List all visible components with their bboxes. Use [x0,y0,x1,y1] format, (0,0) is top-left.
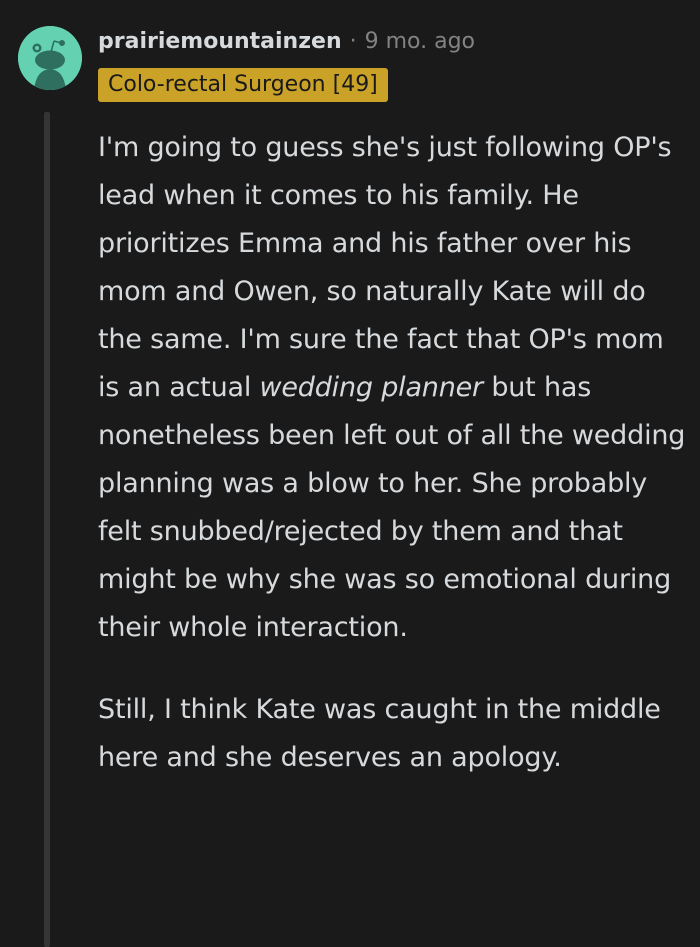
user-avatar[interactable] [18,26,82,90]
comment-body: I'm going to guess she's just following … [98,124,688,782]
user-flair: Colo-rectal Surgeon [49] [98,68,388,102]
comment: prairiemountainzen · 9 mo. ago Colo-rect… [0,0,700,947]
paragraph1-emphasis: wedding planner [259,372,484,403]
comment-timestamp[interactable]: 9 mo. ago [365,29,475,54]
username-link[interactable]: prairiemountainzen [98,29,342,54]
comment-meta: prairiemountainzen · 9 mo. ago [98,24,475,58]
comment-paragraph: I'm going to guess she's just following … [98,124,688,652]
paragraph1-text-before: I'm going to guess she's just following … [98,132,672,403]
comment-paragraph-2: Still, I think Kate was caught in the mi… [98,694,661,773]
meta-separator: · [349,28,357,54]
snoo-avatar-icon [18,26,82,90]
thread-collapse-line[interactable] [44,112,50,947]
paragraph1-text-after: but has nonetheless been left out of all… [98,372,686,643]
